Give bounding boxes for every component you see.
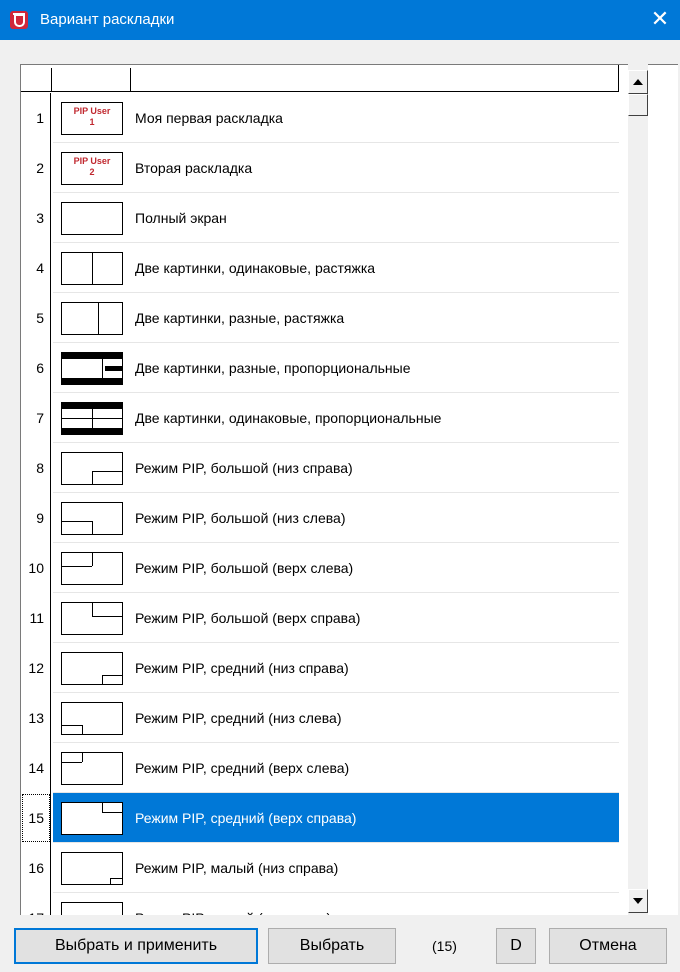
row-label: Режим PIP, средний (низ справа) <box>135 660 349 676</box>
list-item[interactable]: 12 Режим PIP, средний (низ справа) <box>21 643 619 693</box>
row-number: 8 <box>21 443 51 493</box>
list-item[interactable]: 10 Режим PIP, большой (верх слева) <box>21 543 619 593</box>
row-label: Режим PIP, большой (верх справа) <box>135 610 361 626</box>
list-item[interactable]: 17 Режим PIP, малый (низ слева) <box>21 893 619 915</box>
list-item[interactable]: 4 Две картинки, одинаковые, растяжка <box>21 243 619 293</box>
row-label: Вторая раскладка <box>135 160 253 176</box>
row-label: Режим PIP, средний (верх справа) <box>135 810 357 826</box>
split-equal-layout-icon <box>61 252 123 285</box>
row-label: Режим PIP, средний (верх слева) <box>135 760 350 776</box>
scroll-up-button[interactable] <box>628 70 648 94</box>
list-item[interactable]: 5 Две картинки, разные, растяжка <box>21 293 619 343</box>
list-item[interactable]: 2 PIP User 2 Вторая раскладка <box>21 143 619 193</box>
layout-list[interactable]: 1 PIP User 1 Моя первая раскладка 2 PIP User 2… <box>20 64 678 915</box>
row-number: 5 <box>21 293 51 343</box>
header-separator <box>618 65 619 92</box>
window-title: Вариант раскладки <box>40 11 175 28</box>
pip-user-layout-icon: PIP User 1 <box>61 102 123 135</box>
pip-large-tl-layout-icon <box>61 552 123 585</box>
list-item[interactable]: 15 Режим PIP, средний (верх справа) <box>21 793 619 843</box>
list-item[interactable]: 3 Полный экран <box>21 193 619 243</box>
split-diff-layout-icon <box>61 302 123 335</box>
list-item[interactable]: 13 Режим PIP, средний (низ слева) <box>21 693 619 743</box>
scroll-down-button[interactable] <box>628 889 648 913</box>
list-header <box>21 65 619 92</box>
pip-mid-tl-layout-icon <box>61 752 123 785</box>
row-number: 17 <box>21 893 51 915</box>
pip-mid-bl-layout-icon <box>61 702 123 735</box>
row-number: 15 <box>21 793 51 843</box>
pip-large-bl-layout-icon <box>61 502 123 535</box>
pip-mid-tr-layout-icon <box>61 802 123 835</box>
list-item[interactable]: 14 Режим PIP, средний (верх слева) <box>21 743 619 793</box>
row-label: Полный экран <box>135 210 227 226</box>
list-item[interactable]: 7 Две картинки, одинаковые, пропорциональ… <box>21 393 619 443</box>
list-item[interactable]: 11 Режим PIP, большой (верх справа) <box>21 593 619 643</box>
pip-mid-br-layout-icon <box>61 652 123 685</box>
row-number: 14 <box>21 743 51 793</box>
list-item[interactable]: 9 Режим PIP, большой (низ слева) <box>21 493 619 543</box>
list-item[interactable]: 1 PIP User 1 Моя первая раскладка <box>21 93 619 143</box>
pip-user-icon-label: PIP User 2 <box>73 156 111 177</box>
d-button[interactable]: D <box>496 928 536 964</box>
header-separator[interactable] <box>130 68 131 92</box>
row-number: 2 <box>21 143 51 193</box>
row-label: Две картинки, разные, пропорциональные <box>135 360 411 376</box>
row-label: Моя первая раскладка <box>135 110 283 126</box>
selection-counter: (15) <box>432 938 457 954</box>
row-label: Режим PIP, большой (низ справа) <box>135 460 353 476</box>
pip-user-icon-label: PIP User 1 <box>73 106 111 127</box>
row-label: Две картинки, разные, растяжка <box>135 310 345 326</box>
select-and-apply-button[interactable]: Выбрать и применить <box>14 928 258 964</box>
pip-user-layout-icon: PIP User 2 <box>61 152 123 185</box>
scroll-thumb[interactable] <box>628 94 648 116</box>
row-number: 11 <box>21 593 51 643</box>
row-number: 10 <box>21 543 51 593</box>
row-number: 1 <box>21 93 51 143</box>
list-item[interactable]: 6 Две картинки, разные, пропорциональные <box>21 343 619 393</box>
app-logo-icon <box>10 11 28 29</box>
row-number: 13 <box>21 693 51 743</box>
select-button[interactable]: Выбрать <box>268 928 396 964</box>
title-bar: Вариант раскладки ✕ <box>0 0 680 40</box>
row-number: 16 <box>21 843 51 893</box>
row-label: Режим PIP, большой (верх слева) <box>135 560 354 576</box>
row-label: Две картинки, одинаковые, растяжка <box>135 260 376 276</box>
row-number: 4 <box>21 243 51 293</box>
prop-diff-layout-icon <box>61 352 123 385</box>
pip-small-br-layout-icon <box>61 852 123 885</box>
arrow-up-icon <box>633 79 643 85</box>
pip-small-bl-layout-icon <box>61 902 123 915</box>
row-label: Режим PIP, большой (низ слева) <box>135 510 346 526</box>
vertical-scrollbar[interactable] <box>628 64 648 915</box>
row-number: 9 <box>21 493 51 543</box>
row-number: 12 <box>21 643 51 693</box>
prop-equal-layout-icon <box>61 402 123 435</box>
arrow-down-icon <box>633 898 643 904</box>
pip-large-br-layout-icon <box>61 452 123 485</box>
list-item[interactable]: 8 Режим PIP, большой (низ справа) <box>21 443 619 493</box>
row-label: Режим PIP, средний (низ слева) <box>135 710 342 726</box>
full-layout-icon <box>61 202 123 235</box>
row-label: Режим PIP, малый (низ справа) <box>135 860 339 876</box>
list-item[interactable]: 16 Режим PIP, малый (низ справа) <box>21 843 619 893</box>
row-number: 3 <box>21 193 51 243</box>
cancel-button[interactable]: Отмена <box>549 928 667 964</box>
row-label: Две картинки, одинаковые, пропорциональн… <box>135 410 442 426</box>
header-separator[interactable] <box>51 68 52 92</box>
pip-large-tr-layout-icon <box>61 602 123 635</box>
row-number: 7 <box>21 393 51 443</box>
close-icon[interactable]: ✕ <box>640 0 680 40</box>
row-label: Режим PIP, малый (низ слева) <box>135 893 331 915</box>
row-number: 6 <box>21 343 51 393</box>
